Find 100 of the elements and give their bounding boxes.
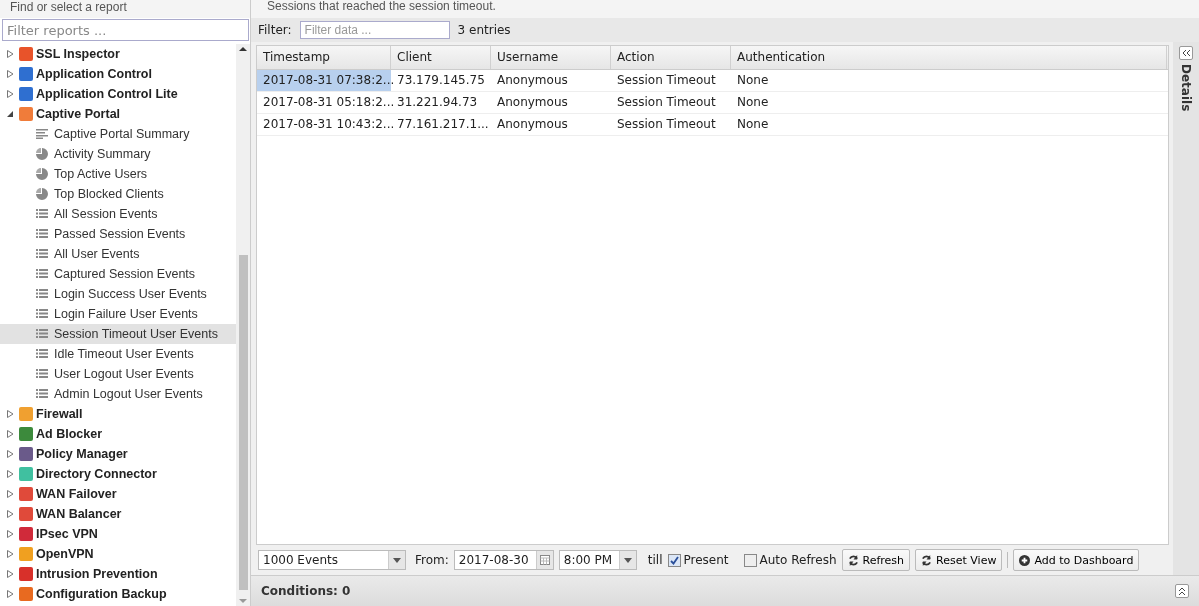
table-cell[interactable]: Session Timeout [611,114,731,135]
app-name: Ad Blocker [36,427,102,441]
plus-circle-icon [1019,554,1031,566]
expand-arrow-icon[interactable] [6,590,14,598]
event-limit-dropdown[interactable]: 1000 Events [258,550,406,570]
scrollbar[interactable] [236,44,250,606]
expand-arrow-icon[interactable] [6,50,14,58]
app-name: Application Control Lite [36,87,178,101]
collapse-arrow-icon[interactable] [6,110,14,118]
report-label: Captive Portal Summary [54,127,190,141]
list-icon [36,349,48,359]
tree-node[interactable]: WAN Balancer [0,504,236,524]
tree-node[interactable]: Firewall [0,404,236,424]
filter-data-field[interactable]: Filter data ... [299,21,450,39]
report-item[interactable]: Captured Session Events [0,264,236,284]
report-item[interactable]: All Session Events [0,204,236,224]
expand-arrow-icon[interactable] [6,570,14,578]
app-name: SSL Inspector [36,47,120,61]
column-header[interactable]: Client [391,46,491,69]
report-item[interactable]: Admin Logout User Events [0,384,236,404]
details-tab[interactable]: Details [1179,64,1193,112]
collapse-button[interactable] [1179,46,1193,60]
list-icon [36,309,48,319]
present-checkbox[interactable]: Present [667,553,729,567]
report-label: All User Events [54,247,140,261]
report-item[interactable]: Captive Portal Summary [0,124,236,144]
report-item[interactable]: Top Active Users [0,164,236,184]
expand-arrow-icon[interactable] [6,430,14,438]
filter-label: Filter: [258,23,292,37]
expand-arrow-icon[interactable] [6,450,14,458]
app-name: Captive Portal [36,107,121,121]
tree-node[interactable]: OpenVPN [0,544,236,564]
report-item[interactable]: User Logout User Events [0,364,236,384]
column-header[interactable]: Username [491,46,611,69]
tree-node[interactable]: IPsec VPN [0,524,236,544]
table-cell[interactable]: Session Timeout [611,92,731,113]
tree-node[interactable]: Policy Manager [0,444,236,464]
report-label: Login Failure User Events [54,307,198,321]
expand-arrow-icon[interactable] [6,410,14,418]
report-item[interactable]: All User Events [0,244,236,264]
tree-node[interactable]: Ad Blocker [0,424,236,444]
report-label: Idle Timeout User Events [54,347,194,361]
tree-node[interactable]: Application Control Lite [0,84,236,104]
tree-node[interactable]: Configuration Backup [0,584,236,604]
list-icon [36,249,48,259]
expand-arrow-icon[interactable] [6,470,14,478]
scroll-up-icon[interactable] [239,44,247,54]
time-dropdown[interactable]: 8:00 PM [558,550,637,570]
tree-node[interactable]: Intrusion Prevention [0,564,236,584]
refresh-button[interactable]: Refresh [841,549,911,571]
report-item[interactable]: Top Blocked Clients [0,184,236,204]
report-label: Top Active Users [54,167,148,181]
list-icon [36,329,48,339]
table-cell[interactable]: 2017-08-31 07:38:2... [257,70,391,91]
table-cell[interactable]: 2017-08-31 10:43:2... [257,114,391,135]
scroll-down-icon[interactable] [239,596,247,606]
expand-button[interactable] [1175,584,1189,598]
report-label: Login Success User Events [54,287,207,301]
table-cell[interactable]: None [731,114,1167,135]
reset-view-button[interactable]: Reset View [915,549,1003,571]
list-icon [36,229,48,239]
table-cell[interactable]: Anonymous [491,92,611,113]
tree-node[interactable]: WAN Failover [0,484,236,504]
table-cell[interactable]: Session Timeout [611,70,731,91]
expand-arrow-icon[interactable] [6,490,14,498]
add-to-dashboard-button[interactable]: Add to Dashboard [1013,549,1140,571]
list-icon [36,369,48,379]
report-item[interactable]: Idle Timeout User Events [0,344,236,364]
caret-icon [623,557,632,563]
tree-node[interactable]: Application Control [0,64,236,84]
tree-node[interactable]: SSL Inspector [0,44,236,64]
expand-arrow-icon[interactable] [6,90,14,98]
app-name: Directory Connector [36,467,157,481]
report-item[interactable]: Session Timeout User Events [0,324,236,344]
expand-arrow-icon[interactable] [6,510,14,518]
app-name: Intrusion Prevention [36,567,158,581]
table-cell[interactable]: None [731,92,1167,113]
table-cell[interactable]: None [731,70,1167,91]
date-field[interactable]: 2017-08-30 [453,550,554,570]
table-cell[interactable]: Anonymous [491,70,611,91]
report-item[interactable]: Login Failure User Events [0,304,236,324]
report-item[interactable]: Passed Session Events [0,224,236,244]
table-cell[interactable]: 2017-08-31 05:18:2... [257,92,391,113]
filter-reports-field[interactable]: Filter reports ... [2,19,249,41]
report-item[interactable]: Login Success User Events [0,284,236,304]
report-label: Captured Session Events [54,267,196,281]
column-header[interactable]: Timestamp [257,46,391,69]
report-item[interactable]: Activity Summary [0,144,236,164]
report-description: Sessions that reached the session timeout. [251,0,1199,18]
app-name: Application Control [36,67,152,81]
tree-node[interactable]: Directory Connector [0,464,236,484]
expand-arrow-icon[interactable] [6,530,14,538]
auto-refresh-checkbox[interactable]: Auto Refresh [743,553,837,567]
expand-arrow-icon[interactable] [6,550,14,558]
column-header[interactable]: Action [611,46,731,69]
expand-arrow-icon[interactable] [6,70,14,78]
column-header[interactable]: Authentication [731,46,1167,69]
report-label: Session Timeout User Events [54,327,218,341]
table-cell[interactable]: Anonymous [491,114,611,135]
tree-node[interactable]: Captive Portal [0,104,236,124]
